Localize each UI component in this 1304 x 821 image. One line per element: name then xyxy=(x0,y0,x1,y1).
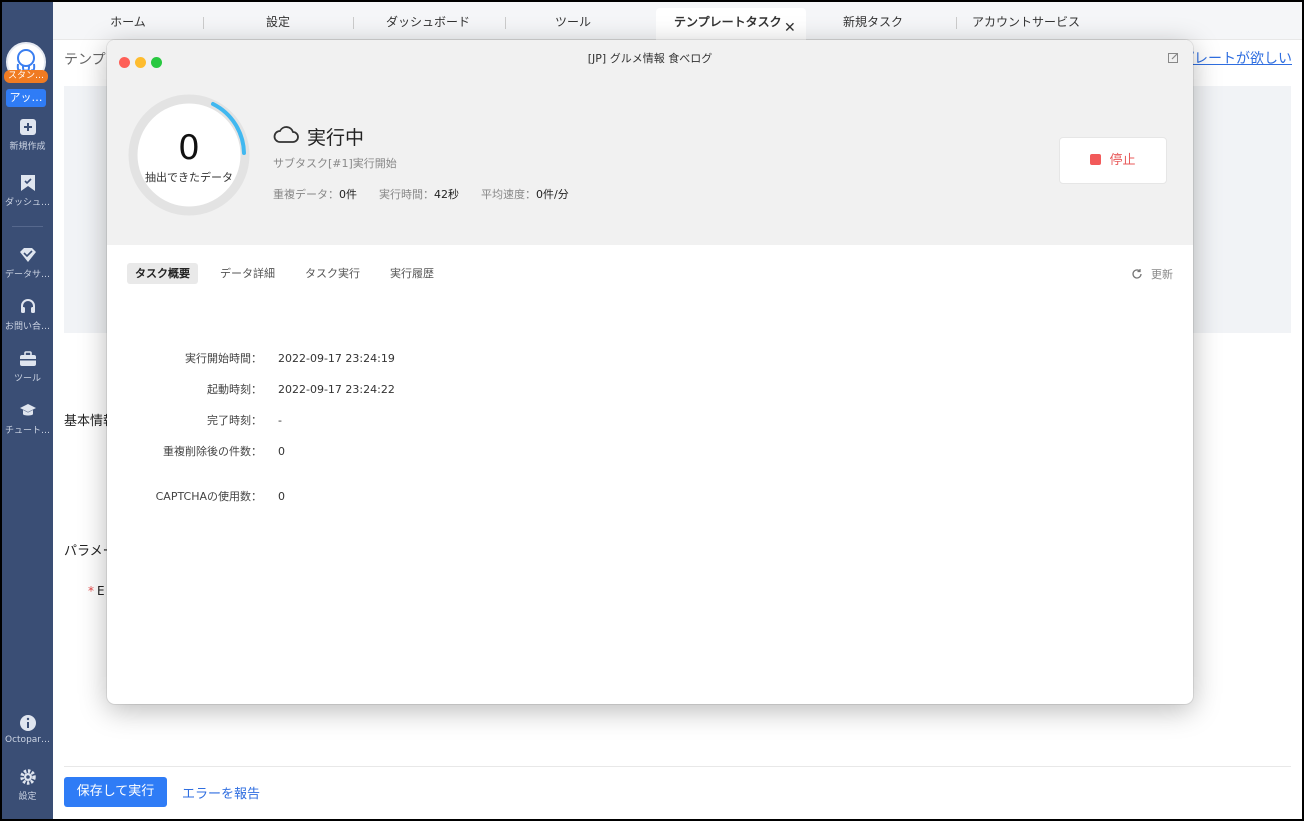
diamond-icon xyxy=(19,248,36,262)
upgrade-button[interactable]: アッ… xyxy=(6,89,46,107)
detail-row: 重複削除後の件数： 0 xyxy=(107,443,285,459)
refresh-label: 更新 xyxy=(1151,268,1173,281)
sidebar-divider xyxy=(12,226,43,227)
required-field-label: * E xyxy=(88,584,105,598)
tab-label: テンプレートタスク xyxy=(674,15,782,29)
detail-value: 2022-09-17 23:24:22 xyxy=(278,383,395,396)
detail-value: 0 xyxy=(278,445,285,458)
sidebar-item-label: データサ… xyxy=(4,270,50,280)
gear-icon xyxy=(19,769,36,785)
refresh-button[interactable]: 更新 xyxy=(1131,266,1173,282)
report-error-link[interactable]: エラーを報告 xyxy=(182,783,260,802)
time-label: 実行時間： xyxy=(379,188,434,201)
sidebar-item-label: Octopar… xyxy=(5,735,50,745)
stop-button[interactable]: 停止 xyxy=(1059,137,1167,184)
tab-task-overview[interactable]: タスク概要 xyxy=(127,263,198,284)
extracted-count: 0 xyxy=(178,128,200,168)
detail-key: 実行開始時間： xyxy=(185,352,262,365)
plus-square-icon xyxy=(19,119,36,135)
time-value: 42秒 xyxy=(434,188,459,201)
tab-account-service[interactable]: アカウントサービス xyxy=(951,8,1101,40)
sidebar-item-tutorial[interactable]: チュート… xyxy=(2,402,53,446)
sidebar: スタン… アッ… 新規作成 ダッシュ… データサ… お問い合… ツール チュート… xyxy=(2,2,53,819)
footer-divider xyxy=(64,766,1291,767)
tab-run-history[interactable]: 実行履歴 xyxy=(382,263,442,284)
dup-label: 重複データ： xyxy=(273,188,339,201)
close-icon[interactable]: ✕ xyxy=(784,14,796,42)
tab-settings[interactable]: 設定 xyxy=(203,8,353,40)
sidebar-item-label: チュート… xyxy=(4,426,50,436)
request-template-link[interactable]: プレートが欲しい xyxy=(1180,48,1292,68)
detail-row: 完了時刻： - xyxy=(107,412,282,428)
sidebar-item-tools[interactable]: ツール xyxy=(2,350,53,394)
dup-value: 0件 xyxy=(339,188,357,201)
dialog-header xyxy=(107,40,1193,245)
sidebar-item-settings[interactable]: 設定 xyxy=(2,768,53,812)
field-label: E xyxy=(97,584,105,598)
sidebar-item-new[interactable]: 新規作成 xyxy=(2,118,53,162)
tab-dashboard[interactable]: ダッシュボード xyxy=(353,8,503,40)
cloud-icon xyxy=(273,126,299,143)
tab-tools[interactable]: ツール xyxy=(498,8,648,40)
sidebar-item-label: ツール xyxy=(13,374,41,384)
plan-badge[interactable]: スタン… xyxy=(4,70,48,83)
dialog-title: [JP] グルメ情報 食べログ xyxy=(587,52,713,65)
detail-row: 起動時刻： 2022-09-17 23:24:22 xyxy=(107,381,395,397)
sidebar-item-data-service[interactable]: データサ… xyxy=(2,246,53,290)
detail-key: CAPTCHAの使用数： xyxy=(155,490,262,503)
tab-task-run[interactable]: タスク実行 xyxy=(297,263,368,284)
speed-value: 0件/分 xyxy=(536,188,569,201)
detail-value: 2022-09-17 23:24:19 xyxy=(278,352,395,365)
detail-key: 重複削除後の件数： xyxy=(163,445,262,458)
detail-row: CAPTCHAの使用数： 0 xyxy=(107,488,285,504)
sidebar-item-label: ダッシュ… xyxy=(4,198,50,208)
headset-icon xyxy=(20,299,35,313)
sidebar-item-label: 新規作成 xyxy=(9,142,46,152)
sidebar-item-dashboard[interactable]: ダッシュ… xyxy=(2,174,53,218)
task-run-dialog: [JP] グルメ情報 食べログ 0 抽出できたデータ 実行中 サブタスク[#1]… xyxy=(107,40,1193,704)
detail-key: 起動時刻： xyxy=(207,383,262,396)
tab-bar: ホーム 設定 ダッシュボード ツール テンプレートタスク ✕ 新規タスク アカウ… xyxy=(53,2,1302,40)
run-substatus: サブタスク[#1]実行開始 xyxy=(273,157,397,170)
tab-new-task[interactable]: 新規タスク xyxy=(798,8,948,40)
app-window: スタン… アッ… 新規作成 ダッシュ… データサ… お問い合… ツール チュート… xyxy=(2,2,1302,819)
tab-data-details[interactable]: データ詳細 xyxy=(212,263,283,284)
bookmark-icon xyxy=(20,175,35,191)
extracted-label: 抽出できたデータ xyxy=(145,171,233,184)
stop-icon xyxy=(1090,154,1102,165)
run-stats: 重複データ：0件 実行時間：42秒 平均速度：0件/分 xyxy=(273,186,591,202)
sidebar-item-label: 設定 xyxy=(18,792,37,802)
speed-label: 平均速度： xyxy=(481,188,536,201)
info-icon xyxy=(19,715,36,731)
tab-template-task[interactable]: テンプレートタスク ✕ xyxy=(656,8,806,40)
stop-label: 停止 xyxy=(1109,153,1136,168)
edit-icon[interactable] xyxy=(1168,52,1179,63)
save-and-run-button[interactable]: 保存して実行 xyxy=(64,777,167,807)
toolbox-icon xyxy=(19,351,36,366)
sidebar-item-label: お問い合… xyxy=(4,322,50,332)
refresh-icon xyxy=(1132,269,1142,279)
detail-row: 実行開始時間： 2022-09-17 23:24:19 xyxy=(107,350,395,366)
tab-home[interactable]: ホーム xyxy=(53,8,203,40)
detail-value: 0 xyxy=(278,490,285,503)
sidebar-item-contact[interactable]: お問い合… xyxy=(2,298,53,342)
sidebar-item-about[interactable]: Octopar… xyxy=(2,714,53,758)
detail-key: 完了時刻： xyxy=(207,414,262,427)
run-status: 実行中 xyxy=(307,127,365,149)
graduation-cap-icon xyxy=(19,404,36,416)
detail-value: - xyxy=(278,414,282,427)
